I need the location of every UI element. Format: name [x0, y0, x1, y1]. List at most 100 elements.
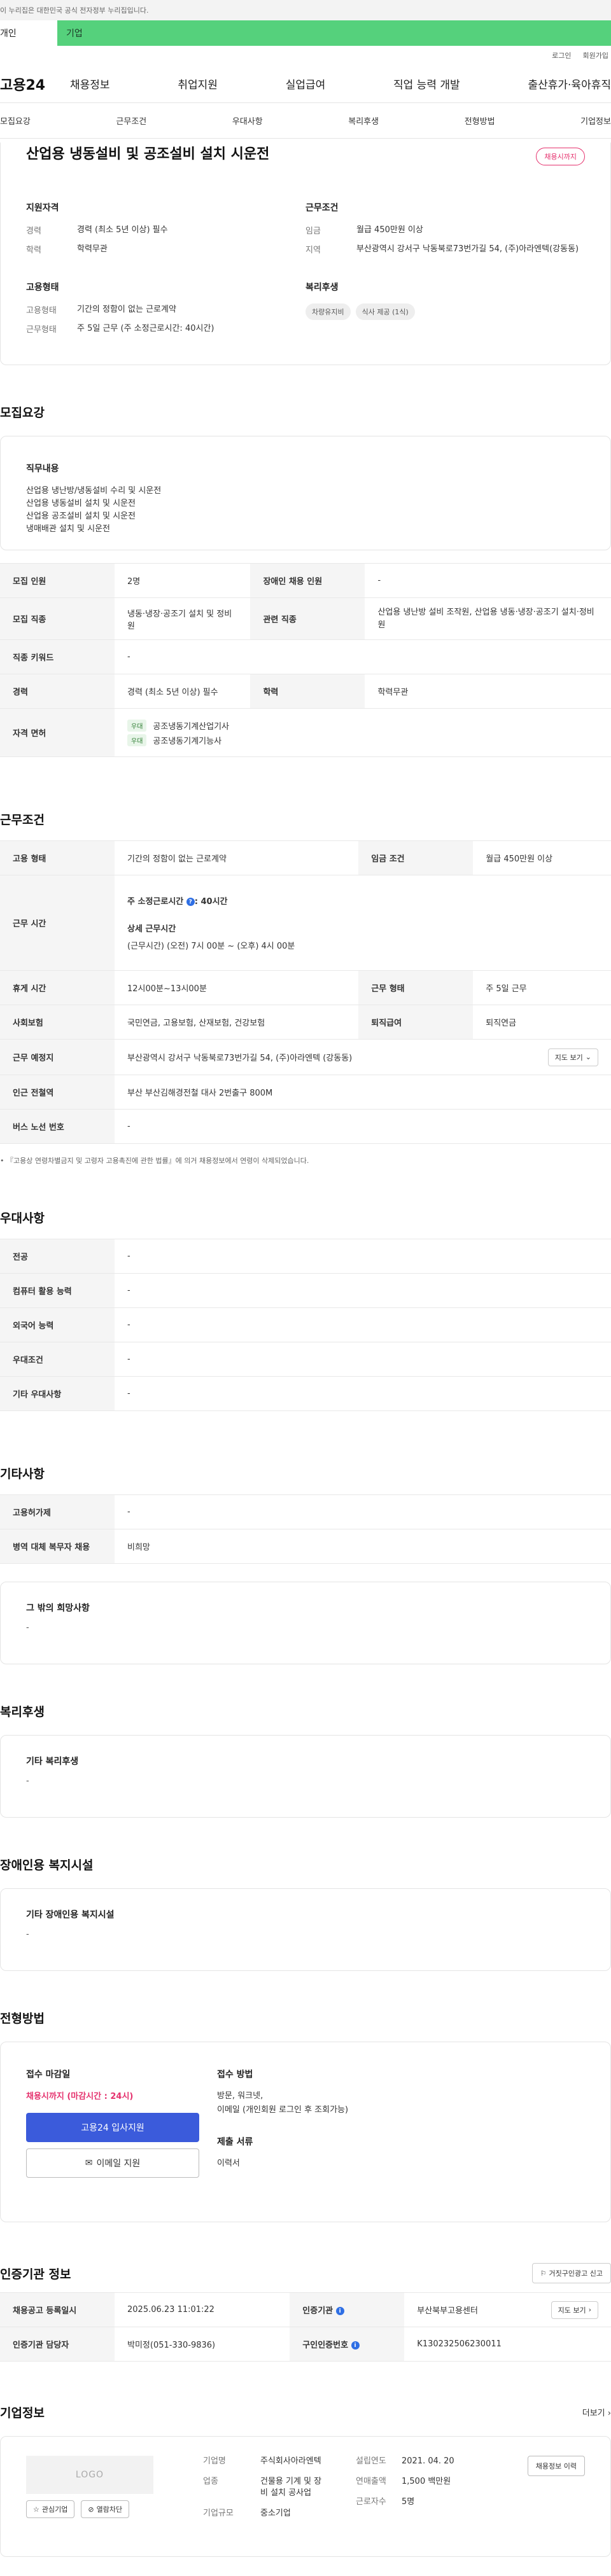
- login-link[interactable]: 로그인: [552, 50, 571, 60]
- cell-label: 자격 면허: [0, 708, 115, 757]
- row-value: 중소기업: [260, 2509, 291, 2518]
- company-card: LOGO ☆ 관심기업 ⊘ 열람차단 기업명 주식회사아라엔텍 업종 건물용 기계 및 …: [0, 2436, 611, 2557]
- table-row: 직종 키워드 -: [0, 639, 611, 674]
- company-more-link[interactable]: 더보기 ›: [582, 2406, 611, 2418]
- report-fake-ad-button[interactable]: ⚐ 거짓구인광고 신고: [531, 2263, 611, 2283]
- hours-detail-heading: 상세 근무시간: [127, 924, 176, 934]
- block-company-button[interactable]: ⊘ 열람차단: [81, 2500, 130, 2518]
- section-title-pref: 우대사항: [0, 1211, 45, 1225]
- bullet-icon: •: [0, 1157, 6, 1165]
- gov-banner-text: 이 누리집은 대한민국 공식 전자정부 누리집입니다.: [0, 6, 149, 15]
- cert-header: 인증기관 정보 ⚐ 거짓구인광고 신고: [0, 2263, 611, 2283]
- table-row: 인근 전철역 부산 부산김해경전철 대사 2번출구 800M: [0, 1075, 611, 1110]
- summary-row: 근무형태 주 5일 근무 (주 소정근로시간: 40시간): [26, 323, 306, 335]
- summary-grid: 지원자격 경력 경력 (최소 5년 이상) 필수 학력 학력무관 근무조건 임금 월급…: [26, 201, 585, 261]
- table-row: 채용공고 등록일시 2025.06.23 11:01:22 인증기관 i 부산북…: [0, 2292, 611, 2327]
- cell-label: 기타 우대사항: [0, 1376, 115, 1411]
- email-apply-button[interactable]: ✉ 이메일 지원: [26, 2148, 199, 2178]
- company-row: 연매출액 1,500 백만원: [356, 2476, 477, 2488]
- row-value: 월급 450만원 이상: [356, 225, 423, 235]
- biz-line: 비 설치 공사업: [260, 2488, 312, 2498]
- block-label: 열람차단: [96, 2505, 123, 2514]
- nav-unemployment[interactable]: 실업급여: [286, 76, 326, 92]
- nav-jobs[interactable]: 채용정보: [70, 76, 110, 92]
- cell-label: 버스 노선 번호: [0, 1109, 115, 1144]
- map-button[interactable]: 지도 보기 ⌄: [547, 1048, 598, 1066]
- cert-no-label: 구인인증번호: [302, 2341, 349, 2350]
- info-icon[interactable]: i: [335, 2307, 344, 2315]
- summary-cond: 근무조건 임금 월급 450만원 이상 지역 부산광역시 강서구 낙동북로73번가길…: [306, 201, 585, 261]
- company-row: 근로자수 5명: [356, 2496, 477, 2508]
- company-row: 설립연도 2021. 04. 20: [356, 2456, 477, 2467]
- row-value: 경력 (최소 5년 이상) 필수: [77, 225, 168, 235]
- cell-value: 박미정(051-330-9836): [115, 2327, 290, 2362]
- other-wishes-value: -: [26, 1623, 29, 1633]
- nav-employment-support[interactable]: 취업지원: [178, 76, 218, 92]
- license-name: 공조냉동기계산업기사: [153, 721, 230, 732]
- cell-value: -: [115, 1273, 611, 1308]
- job-description-card: 직무내용 산업용 냉난방/냉동설비 수리 및 시운전 산업용 냉동설비 설치 및…: [0, 436, 611, 550]
- company-history-button[interactable]: 채용정보 이력: [527, 2456, 585, 2476]
- main-nav: 고용24 채용정보 취업지원 실업급여 직업 능력 개발 출산휴가·육아휴직: [0, 65, 611, 103]
- cell-label: 고용 형태: [0, 840, 115, 875]
- tab-business[interactable]: 기업: [57, 20, 611, 46]
- cell-label: 우대조건: [0, 1342, 115, 1377]
- table-row: 우대조건 -: [0, 1342, 611, 1377]
- cell-value: -: [115, 1239, 611, 1274]
- report-icon: ⚐: [540, 2269, 547, 2278]
- cell-label: 고용허가제: [0, 1494, 115, 1529]
- welfare-chip: 차량유지비: [306, 303, 351, 320]
- section-tab-pref[interactable]: 우대사항: [232, 115, 263, 127]
- summary-welfare: 복리후생 차량유지비 식사 제공 (1식): [306, 281, 585, 341]
- row-value: 부산광역시 강서구 낙동북로73번가길 54, (주)아라엔텍(강동동): [356, 244, 579, 254]
- cell-value: -: [115, 639, 611, 674]
- apply-button[interactable]: 고용24 입사지원: [26, 2113, 199, 2142]
- table-row: 외국어 능력 -: [0, 1307, 611, 1342]
- site-logo[interactable]: 고용24: [0, 74, 70, 94]
- cell-label: 휴게 시간: [0, 970, 115, 1005]
- nav-training[interactable]: 직업 능력 개발: [393, 76, 460, 92]
- cell-label: 관련 직종: [250, 597, 365, 640]
- cell-value: 2명: [115, 563, 251, 598]
- tab-personal[interactable]: 개인: [0, 20, 57, 46]
- favorite-company-button[interactable]: ☆ 관심기업: [26, 2500, 75, 2518]
- star-icon: ☆: [33, 2505, 39, 2514]
- section-tab-work[interactable]: 근무조건: [116, 115, 146, 127]
- cell-label: 모집 직종: [0, 597, 115, 640]
- cell-value: -: [115, 1307, 611, 1342]
- summary-row: 경력 경력 (최소 5년 이상) 필수: [26, 224, 306, 237]
- other-wishes-card: 그 밖의 희망사항 -: [0, 1582, 611, 1664]
- nav-parental-leave[interactable]: 출산휴가·육아휴직: [528, 76, 611, 92]
- qual-heading: 지원자격: [26, 203, 59, 213]
- section-tab-apply[interactable]: 전형방법: [465, 115, 495, 127]
- etc-table: 고용허가제 - 병역 대체 복무자 채용 비희망: [0, 1494, 611, 1564]
- info-icon[interactable]: ?: [186, 898, 195, 906]
- cell-value: 주 5일 근무: [473, 970, 611, 1005]
- welfare-card-value: -: [26, 1776, 29, 1786]
- cell-label: 근무 예정지: [0, 1039, 115, 1075]
- summary-row: 학력 학력무관: [26, 243, 306, 256]
- cell-label: 구인인증번호 i: [290, 2327, 405, 2362]
- company-header: 기업정보 더보기 ›: [0, 2404, 611, 2421]
- main-menu: 채용정보 취업지원 실업급여 직업 능력 개발 출산휴가·육아휴직: [70, 76, 611, 92]
- section-tab-company[interactable]: 기업정보: [580, 115, 611, 127]
- gov-banner: 이 누리집은 대한민국 공식 전자정부 누리집입니다.: [0, 0, 611, 20]
- company-info-col: 설립연도 2021. 04. 20 연매출액 1,500 백만원 근로자수 5명: [356, 2456, 477, 2537]
- cert-table: 채용공고 등록일시 2025.06.23 11:01:22 인증기관 i 부산북…: [0, 2292, 611, 2362]
- license-name: 공조냉동기계기능사: [153, 736, 222, 746]
- cell-value: -: [365, 563, 611, 598]
- section-title-welfare: 복리후생: [0, 1705, 45, 1719]
- row-value: 1,500 백만원: [402, 2477, 451, 2486]
- block-icon: ⊘: [88, 2505, 94, 2514]
- cell-value: 경력 (최소 5년 이상) 필수: [115, 674, 251, 709]
- cell-label: 경력: [0, 674, 115, 709]
- welfare-chip: 식사 제공 (1식): [355, 303, 415, 320]
- signup-link[interactable]: 회원가입: [583, 50, 608, 60]
- info-icon[interactable]: i: [351, 2341, 360, 2350]
- cell-value: 비희망: [115, 1529, 611, 1564]
- chevron-right-icon: ›: [607, 2409, 611, 2418]
- age-notice: • 『고용상 연령차별금지 및 고령자 고용촉진에 관한 법률』에 의거 채용정…: [0, 1155, 611, 1166]
- section-tab-welfare[interactable]: 복리후생: [348, 115, 379, 127]
- section-tab-recruit[interactable]: 모집요강: [0, 115, 31, 127]
- org-map-button[interactable]: 지도 보기 ›: [551, 2301, 598, 2319]
